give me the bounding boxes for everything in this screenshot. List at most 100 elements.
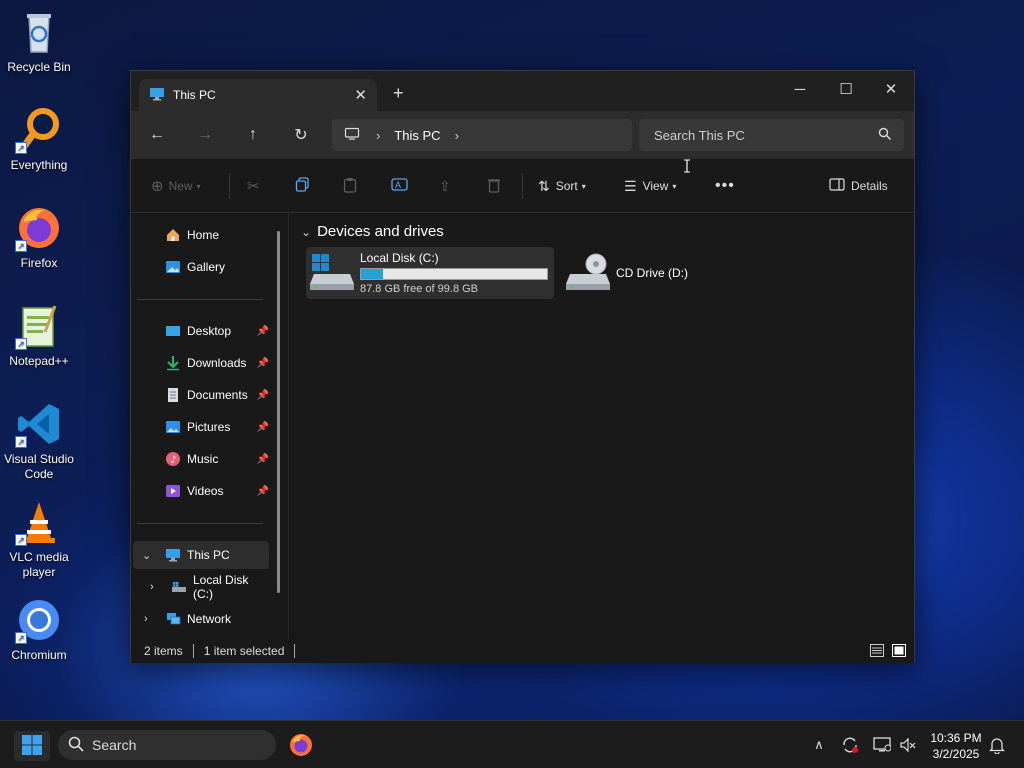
sidebar-item-network[interactable]: › Network (131, 605, 271, 633)
details-view-icon[interactable] (870, 644, 884, 660)
clock-time: 10:36 PM (930, 731, 982, 745)
title-bar: This PC ✕ + ─ ☐ ✕ (131, 71, 914, 111)
desktop-folder-icon (165, 323, 181, 339)
shortcut-arrow-icon: ↗ (15, 142, 27, 154)
desktop-icon-label: Notepad++ (9, 354, 69, 368)
desktop-icon-firefox[interactable]: ↗ Firefox (4, 204, 74, 271)
status-bar: 2 items 1 item selected (131, 639, 914, 663)
sidebar-item-gallery[interactable]: Gallery (131, 253, 271, 281)
delete-button[interactable] (487, 176, 501, 196)
tab-close-icon[interactable]: ✕ (354, 86, 367, 104)
sidebar-item-local-disk[interactable]: › Local Disk (C:) (131, 573, 271, 601)
taskbar-search-box[interactable]: Search (58, 730, 276, 760)
paste-button[interactable] (343, 176, 357, 196)
view-button[interactable]: ☰ View ▾ (624, 176, 676, 196)
more-options-button[interactable]: ••• (715, 176, 735, 196)
update-icon[interactable] (840, 735, 860, 755)
copy-button[interactable] (295, 176, 310, 196)
pin-icon[interactable]: 📌 (257, 486, 269, 497)
sidebar-item-this-pc[interactable]: ⌄ This PC (133, 541, 269, 569)
address-bar[interactable]: › This PC › (332, 119, 632, 151)
pin-icon[interactable]: 📌 (257, 390, 269, 401)
sidebar-item-label: Videos (187, 484, 224, 498)
ellipsis-icon: ••• (715, 177, 735, 194)
desktop-icon-label: Everything (10, 158, 68, 172)
tiles-view-icon[interactable] (892, 644, 906, 660)
pin-icon[interactable]: 📌 (257, 422, 269, 433)
notification-bell-icon[interactable] (987, 735, 1007, 755)
sidebar-item-music[interactable]: ♪ Music 📌 (131, 445, 271, 473)
everything-icon: ↗ (15, 106, 63, 154)
pin-icon[interactable]: 📌 (257, 326, 269, 337)
start-button[interactable] (14, 731, 50, 761)
taskbar-firefox-button[interactable] (288, 732, 314, 758)
selection-count: 1 item selected (203, 644, 285, 658)
chevron-up-icon[interactable]: ∧ (809, 735, 829, 755)
new-button-label: New (168, 179, 193, 193)
back-button[interactable]: ← (143, 123, 171, 147)
desktop-icon-notepadpp[interactable]: ↗ Notepad++ (4, 302, 74, 369)
drive-tile-cd-drive[interactable]: CD Drive (D:) (564, 247, 744, 299)
refresh-button[interactable]: ↻ (287, 123, 315, 147)
network-icon[interactable] (872, 735, 892, 755)
search-icon (68, 736, 84, 755)
new-button[interactable]: ⊕ New ▾ (151, 176, 201, 196)
sidebar-item-videos[interactable]: Videos 📌 (131, 477, 271, 505)
desktop-icon-recycle-bin[interactable]: Recycle Bin (4, 8, 74, 75)
chevron-right-icon[interactable]: › (455, 128, 459, 143)
chevron-right-icon[interactable]: › (144, 613, 148, 625)
drive-icon (310, 252, 354, 295)
desktop-icon-chromium[interactable]: ↗ Chromium (4, 596, 74, 663)
breadcrumb-this-pc[interactable]: This PC (394, 128, 440, 143)
sidebar-item-desktop[interactable]: Desktop 📌 (131, 317, 271, 345)
desktop-icon-label: Firefox (20, 256, 58, 270)
group-header-devices[interactable]: ⌄ Devices and drives (301, 223, 444, 240)
new-tab-button[interactable]: + (393, 83, 404, 104)
sidebar-item-label: Gallery (187, 260, 226, 274)
details-pane-button[interactable]: Details (829, 176, 888, 196)
rename-button[interactable]: A (391, 176, 408, 196)
sidebar-scrollbar[interactable] (277, 231, 280, 593)
sidebar-item-label: Pictures (187, 420, 231, 434)
taskbar-clock[interactable]: 10:36 PM 3/2/2025 (920, 730, 992, 762)
sidebar-item-documents[interactable]: Documents 📌 (131, 381, 271, 409)
forward-button[interactable]: → (191, 123, 219, 147)
sidebar-item-downloads[interactable]: Downloads 📌 (131, 349, 271, 377)
desktop-icon-label: Recycle Bin (7, 60, 71, 74)
content-area: ⌄ Devices and drives Local Disk (C:) 87.… (288, 159, 914, 639)
disk-usage-bar (360, 268, 548, 280)
drive-tile-local-disk[interactable]: Local Disk (C:) 87.8 GB free of 99.8 GB (306, 247, 554, 299)
desktop-icon-vscode[interactable]: ↗ Visual Studio Code (4, 400, 74, 482)
sidebar-item-label: Network (187, 612, 232, 626)
paste-icon (343, 177, 357, 196)
volume-muted-icon[interactable] (898, 735, 918, 755)
shortcut-arrow-icon: ↗ (15, 534, 27, 546)
desktop-icon-everything[interactable]: ↗ Everything (4, 106, 74, 173)
view-button-label: View (642, 179, 669, 193)
tab-this-pc[interactable]: This PC ✕ (139, 79, 377, 111)
sidebar-item-label: Music (187, 452, 219, 466)
cut-button[interactable]: ✂ (247, 176, 260, 196)
chevron-down-icon[interactable]: ⌄ (142, 549, 151, 562)
shortcut-arrow-icon: ↗ (15, 632, 27, 644)
sidebar-item-pictures[interactable]: Pictures 📌 (131, 413, 271, 441)
pin-icon[interactable]: 📌 (257, 358, 269, 369)
chevron-right-icon[interactable]: › (376, 128, 380, 143)
minimize-button[interactable]: ─ (777, 75, 823, 103)
share-button[interactable]: ⇪ (439, 176, 451, 196)
close-window-button[interactable]: ✕ (868, 75, 914, 103)
svg-text:♪: ♪ (170, 455, 176, 466)
plus-circle-icon: ⊕ (151, 178, 164, 195)
sidebar-divider (137, 523, 263, 524)
desktop-icon-vlc[interactable]: ↗ VLC media player (4, 498, 74, 580)
maximize-button[interactable]: ☐ (823, 75, 869, 103)
pin-icon[interactable]: 📌 (257, 454, 269, 465)
monitor-icon (344, 127, 360, 144)
chevron-down-icon[interactable]: ⌄ (301, 225, 311, 239)
clock-date: 3/2/2025 (932, 747, 980, 761)
up-button[interactable]: ↑ (239, 123, 267, 147)
chevron-right-icon[interactable]: › (150, 581, 154, 593)
search-input[interactable]: Search This PC (639, 119, 904, 151)
sidebar-item-home[interactable]: Home (131, 221, 271, 249)
sort-button[interactable]: ⇅ Sort ▾ (538, 176, 586, 196)
